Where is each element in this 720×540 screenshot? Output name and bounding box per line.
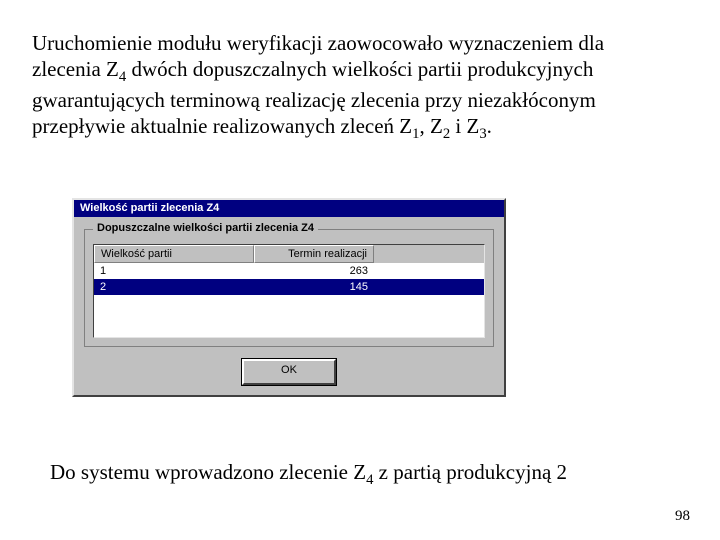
cell-batch: 1 [94, 263, 254, 279]
intro-paragraph: Uruchomienie modułu weryfikacji zaowocow… [32, 30, 672, 144]
para-sub-4: 3 [479, 126, 486, 142]
footer-paragraph: Do systemu wprowadzono zlecenie Z4 z par… [50, 460, 670, 489]
button-row: OK [74, 355, 504, 395]
table-row[interactable]: 1 263 [94, 263, 484, 279]
footer-text: z partią produkcyjną 2 [373, 460, 567, 484]
column-deadline[interactable]: Termin realizacji [254, 245, 374, 263]
column-batch-size[interactable]: Wielkość partii [94, 245, 254, 263]
para-text: , Z [419, 114, 442, 138]
ok-button[interactable]: OK [242, 359, 336, 385]
listview[interactable]: Wielkość partii Termin realizacji 1 263 … [93, 244, 485, 338]
footer-text: Do systemu wprowadzono zlecenie Z [50, 460, 366, 484]
listview-body: 1 263 2 145 [94, 263, 484, 337]
dialog-window: Wielkość partii zlecenia Z4 Dopuszczalne… [72, 198, 506, 397]
cell-term: 263 [254, 263, 374, 279]
cell-batch: 2 [94, 279, 254, 295]
cell-term: 145 [254, 279, 374, 295]
listview-header: Wielkość partii Termin realizacji [94, 245, 484, 263]
table-row[interactable]: 2 145 [94, 279, 484, 295]
groupbox: Dopuszczalne wielkości partii zlecenia Z… [84, 229, 494, 347]
window-title: Wielkość partii zlecenia Z4 [74, 200, 504, 217]
para-text: i Z [450, 114, 479, 138]
page-number: 98 [675, 508, 690, 525]
para-text: . [487, 114, 492, 138]
groupbox-label: Dopuszczalne wielkości partii zlecenia Z… [93, 222, 318, 234]
